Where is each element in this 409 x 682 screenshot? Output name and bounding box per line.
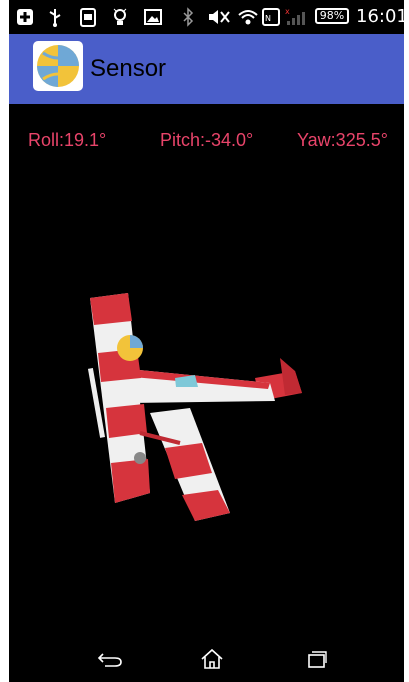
signal-icon: x [285, 7, 309, 27]
svg-text:N: N [265, 14, 271, 23]
svg-text:x: x [285, 7, 290, 16]
bluetooth-icon [182, 7, 194, 27]
mute-icon [207, 7, 231, 27]
wifi-icon [237, 7, 259, 27]
sensor-readouts: Roll:19.1° Pitch:-34.0° Yaw:325.5° [0, 130, 409, 154]
recents-icon[interactable] [301, 646, 331, 672]
status-time: 16:01 [356, 6, 408, 27]
navigation-bar [0, 636, 409, 682]
image-icon [144, 7, 162, 27]
phone-screen: N x 98% 16:01 Sensor Roll:19.1° Pitch:-3… [0, 0, 409, 682]
clipboard-icon [80, 7, 96, 27]
lightbulb-icon [112, 7, 128, 27]
roll-readout: Roll:19.1° [28, 130, 107, 150]
frame-border-left [0, 0, 9, 682]
app-logo-icon [33, 41, 83, 91]
battery-indicator: 98% [315, 8, 349, 24]
yaw-readout: Yaw:325.5° [297, 130, 388, 150]
pitch-readout: Pitch:-34.0° [160, 130, 254, 150]
frame-border-right [404, 0, 409, 682]
nfc-icon: N [262, 7, 280, 27]
app-title: Sensor [90, 55, 167, 82]
home-icon[interactable] [197, 646, 227, 672]
biplane-model[interactable] [80, 283, 320, 523]
status-bar: N x 98% 16:01 [0, 0, 409, 34]
back-icon[interactable] [95, 646, 125, 672]
plus-icon [16, 7, 34, 27]
usb-icon [48, 7, 62, 27]
